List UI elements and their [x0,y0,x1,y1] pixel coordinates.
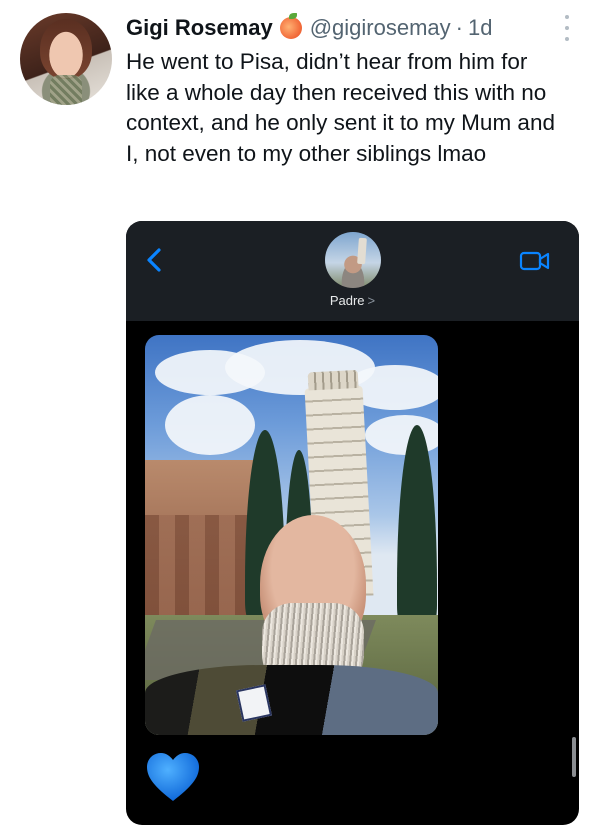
jacket-patch [236,684,272,722]
user-avatar[interactable] [20,13,112,105]
chevron-right-icon: > [367,293,376,308]
tweet-header: Gigi Rosemay @gigirosemay · 1d [126,12,492,44]
display-name[interactable]: Gigi Rosemay [126,15,273,41]
selfie-photo[interactable] [145,335,438,735]
contact-name[interactable]: Padre > [126,293,579,308]
jacket [145,665,438,735]
facetime-video-icon[interactable] [519,249,551,273]
scroll-indicator[interactable] [572,737,576,777]
contact-name-label: Padre [329,293,365,308]
blue-heart-icon[interactable] [145,751,201,803]
message-header: Padre > [126,221,579,321]
tweet-text: He went to Pisa, didn’t hear from him fo… [126,49,555,166]
more-options-icon[interactable] [562,15,572,41]
user-handle[interactable]: @gigirosemay [310,15,451,41]
timestamp[interactable]: 1d [468,15,492,41]
contact-avatar[interactable] [325,232,381,288]
peach-emoji-icon [279,13,302,39]
tweet-media-screenshot[interactable]: Padre > [126,221,579,825]
cypress-tree [397,425,437,625]
separator-dot: · [455,15,463,40]
cloud [165,395,255,455]
back-chevron-icon[interactable] [144,247,166,273]
